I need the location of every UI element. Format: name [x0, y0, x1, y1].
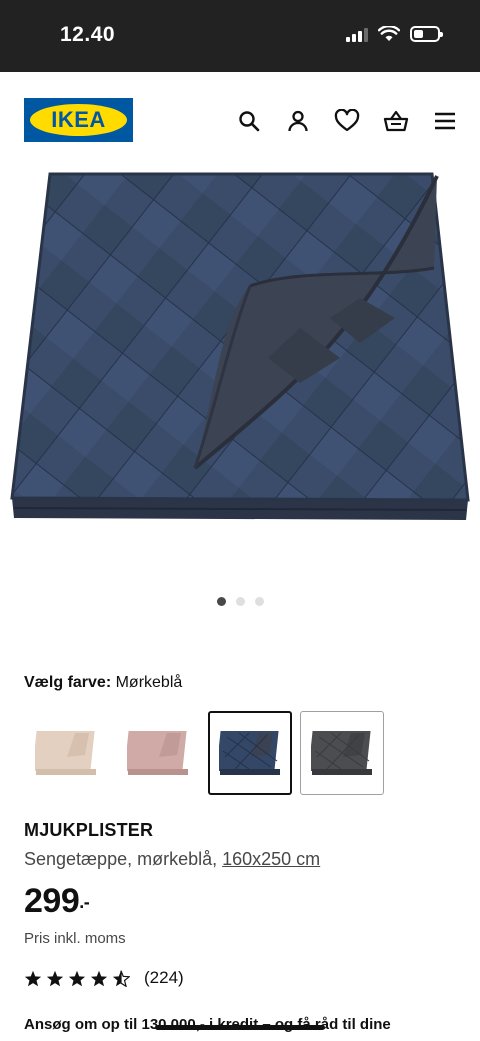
menu-icon[interactable]: [432, 108, 458, 134]
swatch-dark-blue[interactable]: [208, 711, 292, 795]
logo-text: IKEA: [51, 107, 106, 132]
product-name: MJUKPLISTER: [24, 820, 154, 840]
half-star-icon: [112, 970, 130, 987]
swatch-pink[interactable]: [116, 711, 200, 795]
star-icon: [24, 970, 42, 986]
ikea-logo[interactable]: IKEA: [24, 98, 133, 142]
color-label-title: Vælg farve:: [24, 674, 112, 691]
swatch-dark-grey[interactable]: [300, 711, 384, 795]
price-suffix: .-: [79, 892, 90, 912]
rating-count: (224): [144, 968, 184, 987]
site-header: IKEA: [0, 72, 480, 168]
carousel-dot-2[interactable]: [235, 597, 245, 606]
status-icons: [346, 26, 443, 42]
product-description: Sengetæppe, mørkeblå, 160x250 cm: [24, 849, 320, 870]
battery-icon: [410, 26, 443, 42]
basket-icon[interactable]: [383, 108, 409, 134]
price-note: Pris inkl. moms: [24, 930, 126, 947]
heart-icon[interactable]: [334, 108, 360, 134]
user-icon[interactable]: [285, 108, 311, 134]
product-description-text: Sengetæppe, mørkeblå,: [24, 849, 223, 869]
color-swatches: [24, 711, 384, 795]
color-label: Vælg farve: Mørkeblå: [24, 674, 182, 692]
status-time: 12.40: [60, 23, 116, 46]
product-rating[interactable]: (224): [24, 968, 184, 988]
signal-icon: [346, 26, 368, 42]
product-image[interactable]: [0, 168, 480, 568]
star-icon: [90, 970, 108, 986]
carousel-dots: [0, 597, 480, 606]
wifi-icon: [378, 26, 400, 41]
header-icons: [236, 108, 458, 134]
carousel-dot-3[interactable]: [254, 597, 264, 606]
product-size-link[interactable]: 160x250 cm: [222, 849, 320, 869]
search-icon[interactable]: [236, 108, 262, 134]
price: 299.-: [24, 882, 90, 921]
carousel-dot-1[interactable]: [216, 597, 226, 606]
star-icon: [68, 970, 86, 986]
color-value: Mørkeblå: [115, 674, 183, 691]
status-bar: 12.40: [0, 0, 480, 72]
price-main: 299: [24, 882, 80, 920]
star-icon: [46, 970, 64, 986]
swatch-beige[interactable]: [24, 711, 108, 795]
home-indicator: [155, 1025, 325, 1030]
